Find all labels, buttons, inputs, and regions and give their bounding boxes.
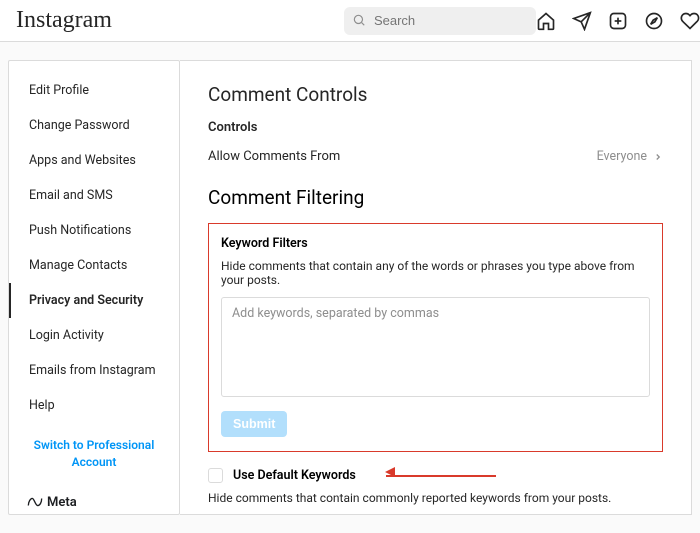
sidebar-item-privacy-security[interactable]: Privacy and Security xyxy=(9,283,179,318)
sidebar-item-email-sms[interactable]: Email and SMS xyxy=(9,178,179,213)
page-title: Comment Controls xyxy=(208,83,663,106)
sidebar-item-help[interactable]: Help xyxy=(9,388,179,423)
switch-professional-link[interactable]: Switch to Professional Account xyxy=(9,423,179,485)
default-keywords-description: Hide comments that contain commonly repo… xyxy=(208,491,663,505)
home-icon[interactable] xyxy=(536,11,556,31)
allow-comments-value: Everyone xyxy=(597,149,647,164)
keyword-filters-textarea[interactable] xyxy=(221,297,650,397)
search-icon xyxy=(352,12,366,31)
search-input[interactable] xyxy=(344,7,536,35)
default-keywords-label: Use Default Keywords xyxy=(233,468,356,483)
sidebar-item-emails-instagram[interactable]: Emails from Instagram xyxy=(9,353,179,388)
keyword-filters-description: Hide comments that contain any of the wo… xyxy=(221,259,650,287)
messages-icon[interactable] xyxy=(572,11,592,31)
sidebar-item-manage-contacts[interactable]: Manage Contacts xyxy=(9,248,179,283)
new-post-icon[interactable] xyxy=(608,11,628,31)
allow-comments-row[interactable]: Allow Comments From Everyone xyxy=(208,145,663,182)
settings-content: Comment Controls Controls Allow Comments… xyxy=(180,60,692,515)
annotation-arrow-icon xyxy=(386,470,496,482)
sidebar-item-push-notifications[interactable]: Push Notifications xyxy=(9,213,179,248)
allow-comments-label: Allow Comments From xyxy=(208,149,340,164)
sidebar-item-login-activity[interactable]: Login Activity xyxy=(9,318,179,353)
sidebar-item-edit-profile[interactable]: Edit Profile xyxy=(9,73,179,108)
settings-sidebar: Edit Profile Change Password Apps and We… xyxy=(8,60,180,515)
meta-logo[interactable]: Meta xyxy=(9,485,179,520)
settings-page: Edit Profile Change Password Apps and We… xyxy=(0,42,700,533)
sidebar-item-change-password[interactable]: Change Password xyxy=(9,108,179,143)
keyword-filters-heading: Keyword Filters xyxy=(221,236,650,251)
sidebar-item-apps-websites[interactable]: Apps and Websites xyxy=(9,143,179,178)
explore-icon[interactable] xyxy=(644,11,664,31)
activity-icon[interactable] xyxy=(680,11,700,31)
default-keywords-checkbox[interactable] xyxy=(208,468,223,483)
keyword-filters-section: Keyword Filters Hide comments that conta… xyxy=(208,223,663,452)
controls-heading: Controls xyxy=(208,120,663,135)
instagram-logo[interactable]: Instagram xyxy=(16,7,112,34)
chevron-right-icon xyxy=(653,152,663,162)
filtering-title: Comment Filtering xyxy=(208,186,663,209)
submit-button[interactable]: Submit xyxy=(221,411,287,437)
top-bar: Instagram xyxy=(0,0,700,42)
meta-label: Meta xyxy=(47,495,77,510)
